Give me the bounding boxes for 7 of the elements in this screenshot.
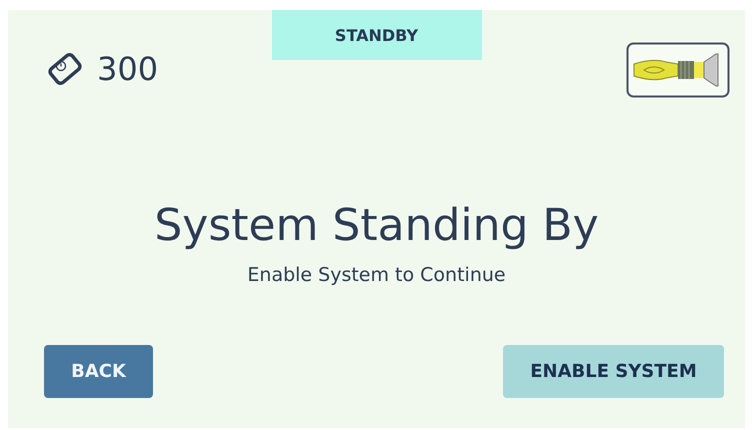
status-badge: STANDBY (272, 10, 482, 60)
drill-bit-icon[interactable] (626, 42, 730, 98)
back-button[interactable]: BACK (44, 345, 153, 398)
status-title: System Standing By (154, 200, 599, 252)
status-message: Enable System to Continue (247, 264, 506, 286)
enable-button[interactable]: ENABLE SYSTEM (503, 345, 724, 398)
counter-value: 300 (97, 50, 158, 88)
